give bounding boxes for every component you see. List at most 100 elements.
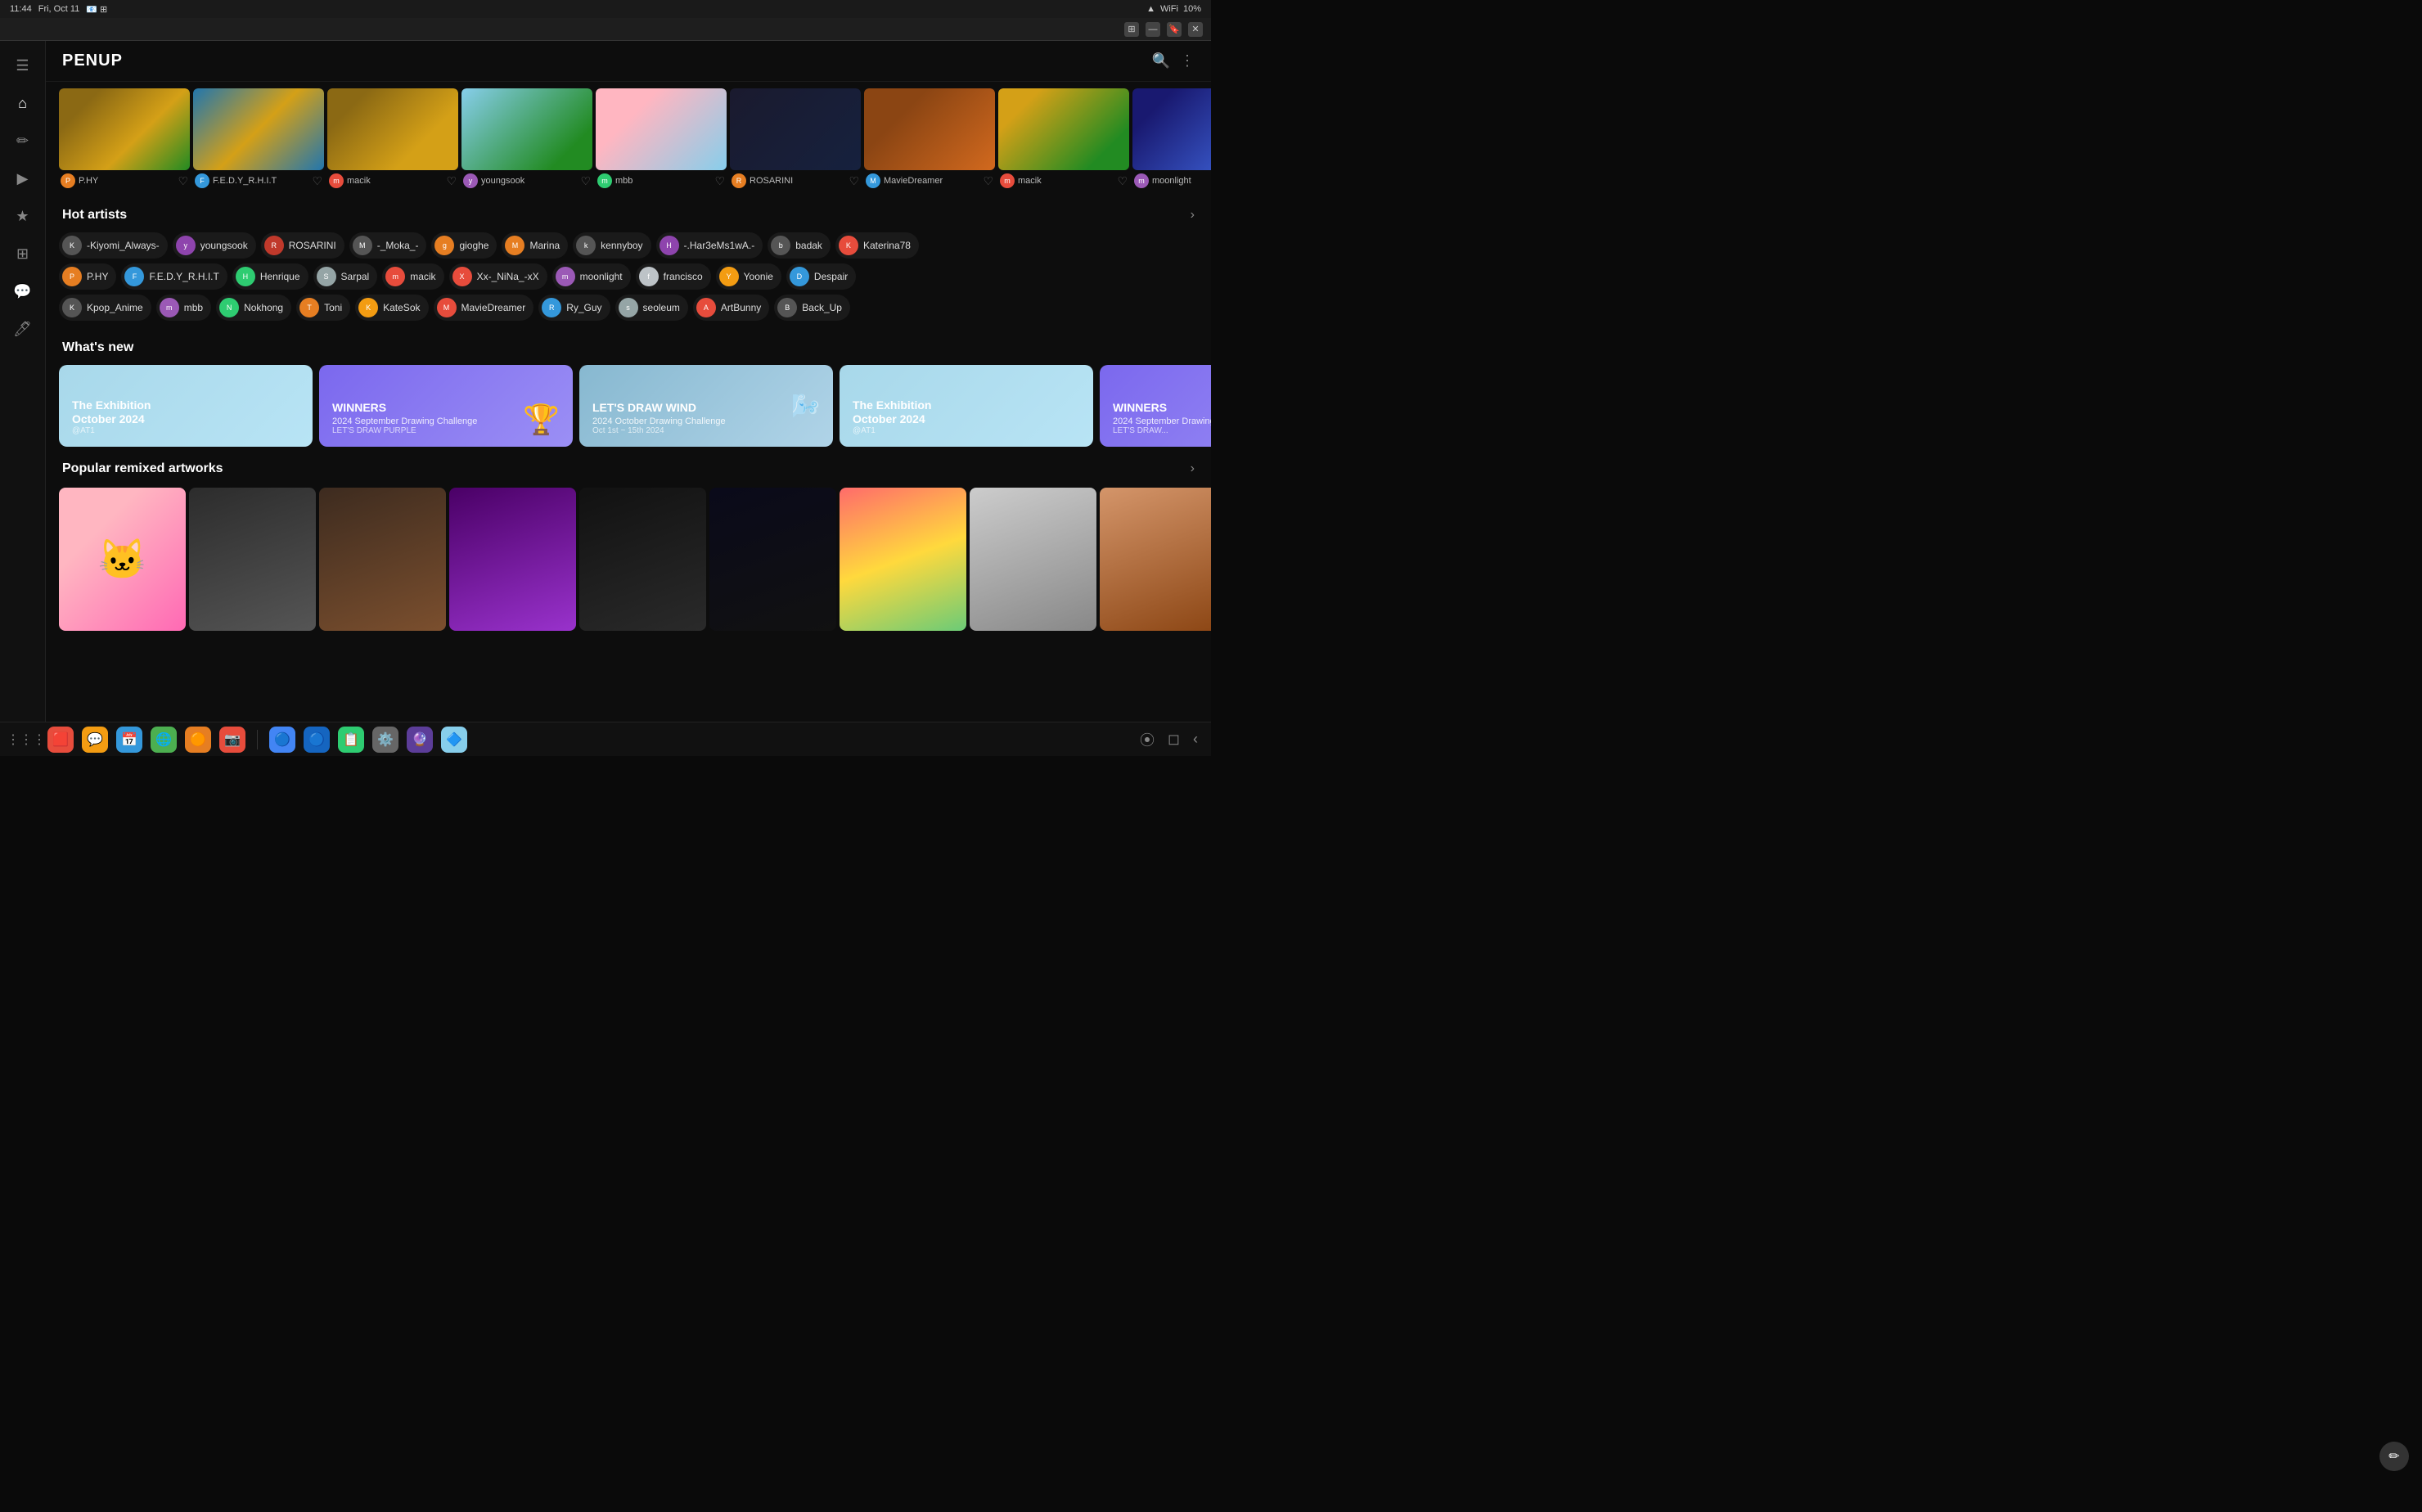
like-button[interactable]: ♡ <box>446 174 457 188</box>
artwork-card[interactable]: F F.E.D.Y_R.H.I.T ♡ <box>193 88 324 191</box>
artist-chip[interactable]: s seoleum <box>615 295 688 321</box>
artist-chip[interactable]: R ROSARINI <box>261 232 344 259</box>
news-card-wind[interactable]: LET'S DRAW WIND 2024 October Drawing Cha… <box>579 365 833 447</box>
artist-chip[interactable]: f francisco <box>636 263 711 290</box>
sidebar-item-comment[interactable]: 💬 <box>7 275 39 308</box>
artist-chip[interactable]: Y Yoonie <box>716 263 781 290</box>
artwork-card[interactable]: m macik ♡ <box>998 88 1129 191</box>
nav-home-button[interactable]: ◻ <box>1168 731 1180 748</box>
remix-card[interactable] <box>449 488 576 631</box>
close-button[interactable]: ✕ <box>1188 22 1203 37</box>
news-card-exhibition-2[interactable]: The ExhibitionOctober 2024 @AT1 <box>840 365 1093 447</box>
sidebar-item-home[interactable]: ⌂ <box>7 87 39 119</box>
artist-chip[interactable]: B Back_Up <box>774 295 850 321</box>
like-button[interactable]: ♡ <box>580 174 591 188</box>
whats-new-title: What's new <box>62 340 133 355</box>
grid-button[interactable]: ⊞ <box>1124 22 1139 37</box>
like-button[interactable]: ♡ <box>714 174 725 188</box>
artist-chip[interactable]: H -.Har3eMs1wA.- <box>656 232 763 259</box>
remix-card[interactable] <box>1100 488 1211 631</box>
remix-card[interactable] <box>840 488 966 631</box>
sidebar-item-video[interactable]: ▶ <box>7 162 39 195</box>
taskbar-app-3[interactable]: 📅 <box>116 727 142 753</box>
artwork-card[interactable]: m moonlight ♡ <box>1132 88 1211 191</box>
artist-chip[interactable]: P P.HY <box>59 263 116 290</box>
taskbar-app-sky[interactable]: 🔷 <box>441 727 467 753</box>
taskbar-app-blue[interactable]: 🔵 <box>304 727 330 753</box>
sidebar-item-brush[interactable]: ✏ <box>7 124 39 157</box>
artist-chip[interactable]: F F.E.D.Y_R.H.I.T <box>121 263 227 290</box>
artist-chip[interactable]: M -_Moka_- <box>349 232 427 259</box>
minimize-button[interactable]: — <box>1146 22 1160 37</box>
like-button[interactable]: ♡ <box>849 174 859 188</box>
search-button[interactable]: 🔍 <box>1152 52 1170 70</box>
artist-chip[interactable]: y youngsook <box>173 232 256 259</box>
artwork-card[interactable]: m macik ♡ <box>327 88 458 191</box>
artist-chip[interactable]: H Henrique <box>232 263 308 290</box>
taskbar-app-green[interactable]: 📋 <box>338 727 364 753</box>
remix-card[interactable] <box>579 488 706 631</box>
news-card-winners-2[interactable]: WINNERS 2024 September Drawing Challenge… <box>1100 365 1211 447</box>
artist-chip[interactable]: N Nokhong <box>216 295 291 321</box>
more-button[interactable]: ⋮ <box>1180 52 1195 70</box>
remix-card[interactable] <box>709 488 836 631</box>
taskbar-app-4[interactable]: 🌐 <box>151 727 177 753</box>
like-button[interactable]: ♡ <box>178 174 188 188</box>
remix-card[interactable] <box>970 488 1096 631</box>
bookmark-button[interactable]: 🔖 <box>1167 22 1182 37</box>
artist-chip[interactable]: K Katerina78 <box>835 232 919 259</box>
artwork-card[interactable]: m mbb ♡ <box>596 88 727 191</box>
sidebar-item-grid[interactable]: ⊞ <box>7 237 39 270</box>
artist-chip[interactable]: R Ry_Guy <box>538 295 610 321</box>
hot-artists-arrow[interactable]: › <box>1191 208 1195 223</box>
taskbar-app-1[interactable]: 🟥 <box>47 727 74 753</box>
artist-chip[interactable]: M Marina <box>502 232 568 259</box>
taskbar-app-5[interactable]: 🟠 <box>185 727 211 753</box>
taskbar-app-6[interactable]: 📷 <box>219 727 245 753</box>
artwork-card[interactable]: R ROSARINI ♡ <box>730 88 861 191</box>
taskbar-app-arc[interactable]: 🔮 <box>407 727 433 753</box>
artist-chip[interactable]: X Xx-_NiNa_-xX <box>449 263 547 290</box>
taskbar-app-arrow[interactable]: 🔵 <box>269 727 295 753</box>
artist-name: Kpop_Anime <box>87 302 143 313</box>
artist-chip[interactable]: m moonlight <box>552 263 631 290</box>
nav-menu-button[interactable]: ⦿ <box>1140 729 1155 750</box>
taskbar-app-2[interactable]: 💬 <box>82 727 108 753</box>
artist-chip[interactable]: K -Kiyomi_Always- <box>59 232 168 259</box>
remix-card[interactable] <box>189 488 316 631</box>
news-card-exhibition-1[interactable]: The ExhibitionOctober 2024 @AT1 <box>59 365 313 447</box>
taskbar-app-settings[interactable]: ⚙️ <box>372 727 398 753</box>
artist-chip[interactable]: K KateSok <box>355 295 428 321</box>
artist-chip[interactable]: M MavieDreamer <box>434 295 534 321</box>
nav-back-button[interactable]: ‹ <box>1193 731 1198 748</box>
artwork-image <box>596 88 727 170</box>
like-button[interactable]: ♡ <box>1117 174 1128 188</box>
artist-chip[interactable]: D Despair <box>786 263 856 290</box>
artist-chip[interactable]: m macik <box>382 263 443 290</box>
artist-chip[interactable]: K Kpop_Anime <box>59 295 151 321</box>
artwork-footer: m moonlight ♡ <box>1132 170 1211 191</box>
artist-chip[interactable]: m mbb <box>156 295 211 321</box>
artwork-card[interactable]: P P.HY ♡ <box>59 88 190 191</box>
news-card-title: The ExhibitionOctober 2024 <box>853 398 1080 426</box>
like-button[interactable]: ♡ <box>983 174 993 188</box>
sidebar-item-menu[interactable]: ☰ <box>7 49 39 82</box>
artist-chip[interactable]: T Toni <box>296 295 350 321</box>
artist-chip[interactable]: g gioghe <box>431 232 497 259</box>
popular-remixed-arrow[interactable]: › <box>1191 461 1195 476</box>
artist-chip[interactable]: b badak <box>768 232 831 259</box>
artist-chip[interactable]: S Sarpal <box>313 263 378 290</box>
taskbar-app-grid[interactable]: ⋮⋮⋮ <box>13 727 39 753</box>
artwork-card[interactable]: M MavieDreamer ♡ <box>864 88 995 191</box>
news-card-label: LET'S DRAW... <box>1113 426 1211 435</box>
sidebar-item-pen[interactable]: 🖊 <box>7 313 39 345</box>
artist-chip[interactable]: k kennyboy <box>573 232 651 259</box>
sidebar-item-star[interactable]: ★ <box>7 200 39 232</box>
like-button[interactable]: ♡ <box>312 174 322 188</box>
main-content[interactable]: PENUP 🔍 ⋮ P P.HY ♡ <box>46 41 1211 722</box>
artist-chip[interactable]: A ArtBunny <box>693 295 769 321</box>
artwork-card[interactable]: y youngsook ♡ <box>461 88 592 191</box>
remix-card[interactable]: 🐱 <box>59 488 186 631</box>
news-card-winners-1[interactable]: WINNERS 2024 September Drawing Challenge… <box>319 365 573 447</box>
remix-card[interactable] <box>319 488 446 631</box>
